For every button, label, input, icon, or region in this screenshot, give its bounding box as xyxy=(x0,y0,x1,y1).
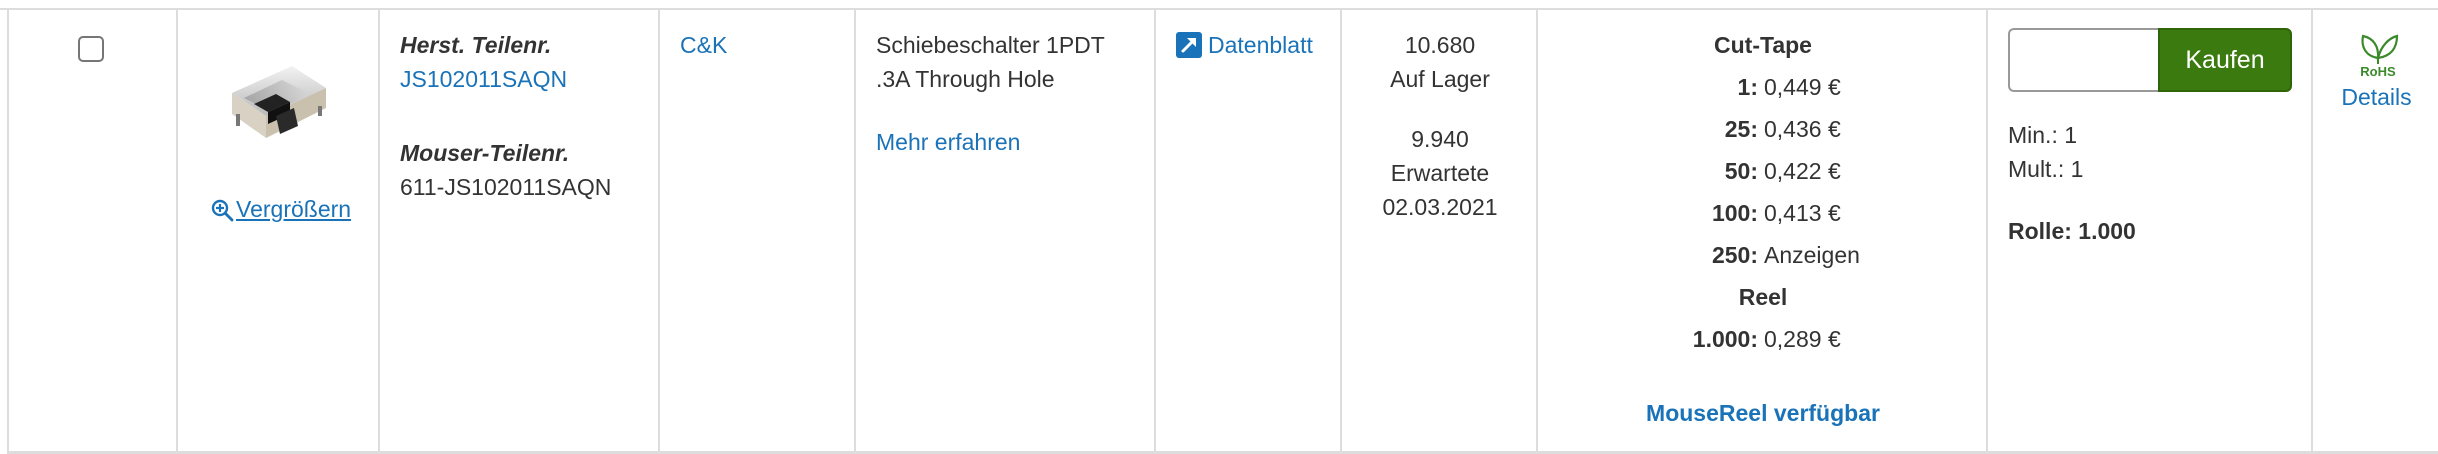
price-break-price: 0,449 € xyxy=(1764,74,1841,100)
magnify-plus-icon xyxy=(211,199,234,221)
description-cell: Schiebeschalter 1PDT .3A Through Hole Me… xyxy=(856,8,1156,451)
price-break-row: 25: 0,436 € xyxy=(1538,112,1988,146)
show-price-link[interactable]: Anzeigen xyxy=(1758,238,1860,272)
zoom-link[interactable]: Vergrößern xyxy=(210,196,351,223)
reel-price-row: 1.000: 0,289 € xyxy=(1538,322,1988,356)
compliance-cell: RoHS Details xyxy=(2313,8,2438,451)
description-line-2: .3A Through Hole xyxy=(876,66,1055,92)
expected-label: Erwartete xyxy=(1390,160,1490,186)
buy-button[interactable]: Kaufen xyxy=(2158,28,2292,92)
manufacturer-cell: C&K xyxy=(660,8,856,451)
quantity-input[interactable] xyxy=(2008,28,2158,92)
datasheet-link[interactable]: Datenblatt xyxy=(1176,28,1313,62)
purchase-cell: Kaufen Min.: 1 Mult.: 1 Rolle: 1.000 xyxy=(1988,8,2313,451)
in-stock-label: Auf Lager xyxy=(1390,66,1490,92)
price-break-qty: 1: xyxy=(1737,74,1758,100)
mult-quantity: Mult.: 1 xyxy=(2008,156,2084,182)
mouser-part-label: Mouser-Teilenr. xyxy=(400,140,570,166)
price-break-row: 50: 0,422 € xyxy=(1538,154,1988,188)
external-link-icon xyxy=(1176,32,1202,58)
datasheet-cell: Datenblatt xyxy=(1156,8,1342,451)
price-break-row: 100: 0,413 € xyxy=(1538,196,1988,230)
manufacturer-link[interactable]: C&K xyxy=(680,28,727,62)
select-cell xyxy=(9,8,178,451)
reel-label: Reel xyxy=(1738,284,1788,310)
price-break-qty: 50: xyxy=(1724,158,1758,184)
price-break-qty: 25: xyxy=(1724,116,1758,142)
min-quantity: Min.: 1 xyxy=(2008,122,2078,148)
rohs-text: RoHS xyxy=(2360,64,2396,78)
mfr-part-number-link[interactable]: JS102011SAQN xyxy=(400,62,567,96)
pricing-cell: Cut-Tape 1: 0,449 € 25: 0,436 € 50: 0,422 €… xyxy=(1538,8,1988,451)
price-break-row: 1: 0,449 € xyxy=(1538,70,1988,104)
image-cell: Vergrößern xyxy=(178,8,380,451)
in-stock-quantity: 10.680 xyxy=(1404,32,1476,58)
mousereel-link[interactable]: MouseReel verfügbar xyxy=(1538,396,1988,430)
table-row: Vergrößern Herst. Teilenr. JS102011SAQN … xyxy=(7,8,2438,454)
expected-date: 02.03.2021 xyxy=(1382,194,1498,220)
cut-tape-label: Cut-Tape xyxy=(1714,32,1812,58)
learn-more-link[interactable]: Mehr erfahren xyxy=(876,125,1020,159)
details-link[interactable]: Details xyxy=(2313,80,2438,114)
expected-quantity: 9.940 xyxy=(1411,126,1469,152)
mfr-part-label: Herst. Teilenr. xyxy=(400,32,552,58)
availability-cell: 10.680 Auf Lager 9.940 Erwartete 02.03.2… xyxy=(1342,8,1538,451)
rohs-leaf-icon[interactable]: RoHS xyxy=(2351,30,2405,78)
price-break-price: 0,413 € xyxy=(1764,200,1841,226)
price-break-qty: 1.000: xyxy=(1692,326,1758,352)
row-select-checkbox[interactable] xyxy=(78,36,104,62)
roll-quantity: Rolle: 1.000 xyxy=(2008,218,2136,244)
description-line-1: Schiebeschalter 1PDT xyxy=(876,32,1105,58)
search-results-table: Vergrößern Herst. Teilenr. JS102011SAQN … xyxy=(0,0,2438,454)
zoom-label[interactable]: Vergrößern xyxy=(236,196,351,223)
product-image[interactable] xyxy=(214,48,334,158)
price-break-qty: 250: xyxy=(1711,242,1758,268)
price-break-row: 250: Anzeigen xyxy=(1538,238,1988,272)
part-number-cell: Herst. Teilenr. JS102011SAQN Mouser-Teil… xyxy=(380,8,660,451)
datasheet-label[interactable]: Datenblatt xyxy=(1208,32,1313,58)
price-break-price: 0,289 € xyxy=(1764,326,1841,352)
mouser-part-number: 611-JS102011SAQN xyxy=(400,174,612,200)
price-break-price: 0,436 € xyxy=(1764,116,1841,142)
price-break-qty: 100: xyxy=(1711,200,1758,226)
price-break-price: 0,422 € xyxy=(1764,158,1841,184)
